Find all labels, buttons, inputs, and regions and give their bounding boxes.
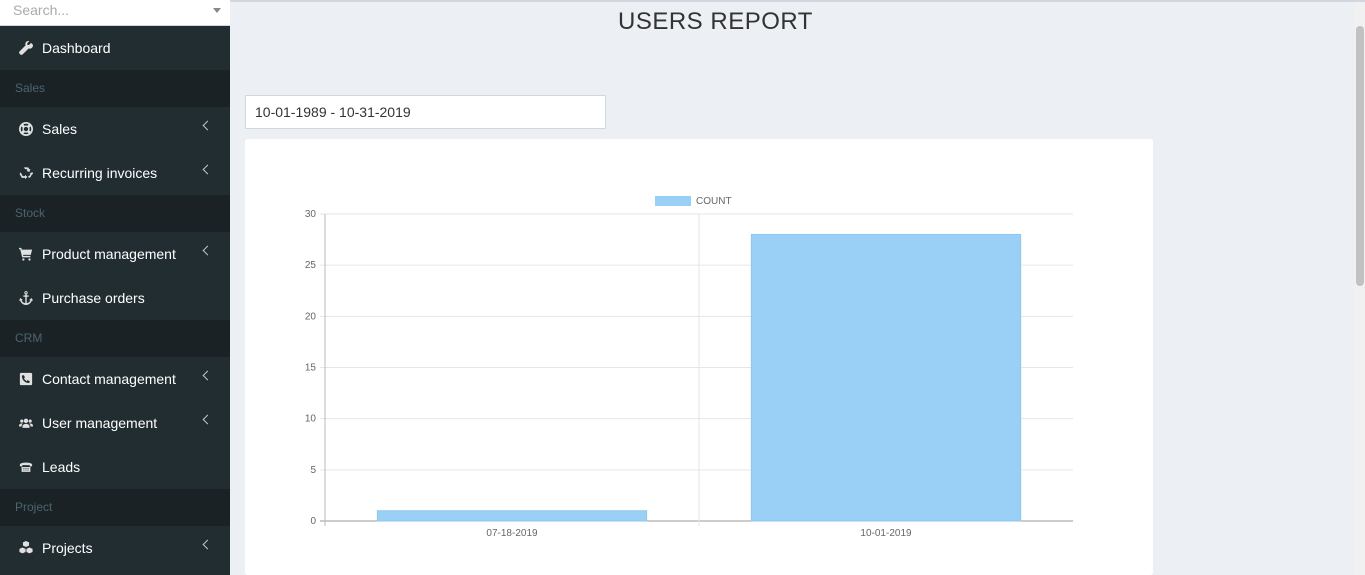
sidebar-item-label: Sales <box>42 121 78 137</box>
recycle-icon <box>18 166 34 180</box>
chart-y-ticks: 0 5 10 15 20 25 30 <box>305 209 317 527</box>
users-icon <box>18 416 34 430</box>
sidebar-item-leads[interactable]: Leads <box>0 445 230 489</box>
legend-swatch <box>655 196 691 206</box>
sidebar-item-dashboard[interactable]: Dashboard <box>0 26 230 70</box>
sidebar-item-label: Projects <box>42 540 93 556</box>
phone-icon <box>18 372 34 386</box>
fax-icon <box>18 460 34 474</box>
sidebar-item-contact-management[interactable]: Contact management <box>0 357 230 401</box>
sidebar-header-crm: CRM <box>0 320 230 357</box>
y-tick-label: 0 <box>310 516 316 527</box>
sidebar-item-label: Dashboard <box>42 40 111 56</box>
bar-10-01-2019 <box>750 233 1022 522</box>
life-ring-icon <box>18 122 34 136</box>
y-tick-label: 10 <box>305 414 317 425</box>
sidebar-item-sales[interactable]: Sales <box>0 107 230 151</box>
sidebar-item-label: Contact management <box>42 371 176 387</box>
chevron-left-icon <box>202 370 213 381</box>
sidebar-item-label: Product management <box>42 246 176 262</box>
chart-x-ticks: 07-18-2019 10-01-2019 <box>486 528 912 539</box>
top-border <box>230 0 1365 2</box>
search-input[interactable] <box>13 0 213 20</box>
sidebar: Dashboard Sales Sales Recurring invoices… <box>0 0 230 575</box>
sidebar-search[interactable] <box>0 0 230 26</box>
chevron-left-icon <box>202 539 213 550</box>
sidebar-item-purchase-orders[interactable]: Purchase orders <box>0 276 230 320</box>
y-tick-label: 15 <box>305 363 317 374</box>
chevron-left-icon <box>202 245 213 256</box>
sidebar-header-stock: Stock <box>0 195 230 232</box>
page-title: USERS REPORT <box>618 8 813 35</box>
sidebar-item-label: Purchase orders <box>42 290 145 306</box>
y-tick-label: 5 <box>310 465 316 476</box>
cubes-icon <box>18 541 34 555</box>
chevron-left-icon <box>202 164 213 175</box>
sidebar-header-sales: Sales <box>0 70 230 107</box>
x-tick-label: 07-18-2019 <box>486 528 538 539</box>
sidebar-item-label: Leads <box>42 459 81 475</box>
y-tick-label: 25 <box>305 260 317 271</box>
date-range-input[interactable] <box>245 95 606 129</box>
sidebar-item-user-management[interactable]: User management <box>0 401 230 445</box>
sidebar-item-label: User management <box>42 415 158 431</box>
sidebar-item-recurring-invoices[interactable]: Recurring invoices <box>0 151 230 195</box>
x-tick-label: 10-01-2019 <box>860 528 912 539</box>
page-scrollbar[interactable] <box>1355 2 1365 575</box>
y-tick-label: 20 <box>305 311 317 322</box>
chevron-left-icon <box>202 414 213 425</box>
chart-panel: 0 5 10 15 20 25 30 07-18-2019 10-01-2019 COUNT <box>245 139 1153 575</box>
legend-label: COUNT <box>696 196 732 207</box>
y-tick-label: 30 <box>305 209 317 220</box>
sidebar-item-product-management[interactable]: Product management <box>0 232 230 276</box>
scrollbar-thumb[interactable] <box>1356 26 1364 286</box>
anchor-icon <box>18 291 34 305</box>
wrench-icon <box>18 41 34 55</box>
chevron-down-icon[interactable] <box>213 8 221 13</box>
chart-legend: COUNT <box>655 196 732 207</box>
chevron-left-icon <box>202 120 213 131</box>
bar-07-18-2019 <box>376 510 648 522</box>
users-bar-chart: 0 5 10 15 20 25 30 07-18-2019 10-01-2019 COUNT <box>305 196 1073 539</box>
sidebar-item-projects[interactable]: Projects <box>0 526 230 570</box>
sidebar-item-label: Recurring invoices <box>42 165 158 181</box>
sidebar-header-project: Project <box>0 489 230 526</box>
cart-icon <box>18 247 34 261</box>
